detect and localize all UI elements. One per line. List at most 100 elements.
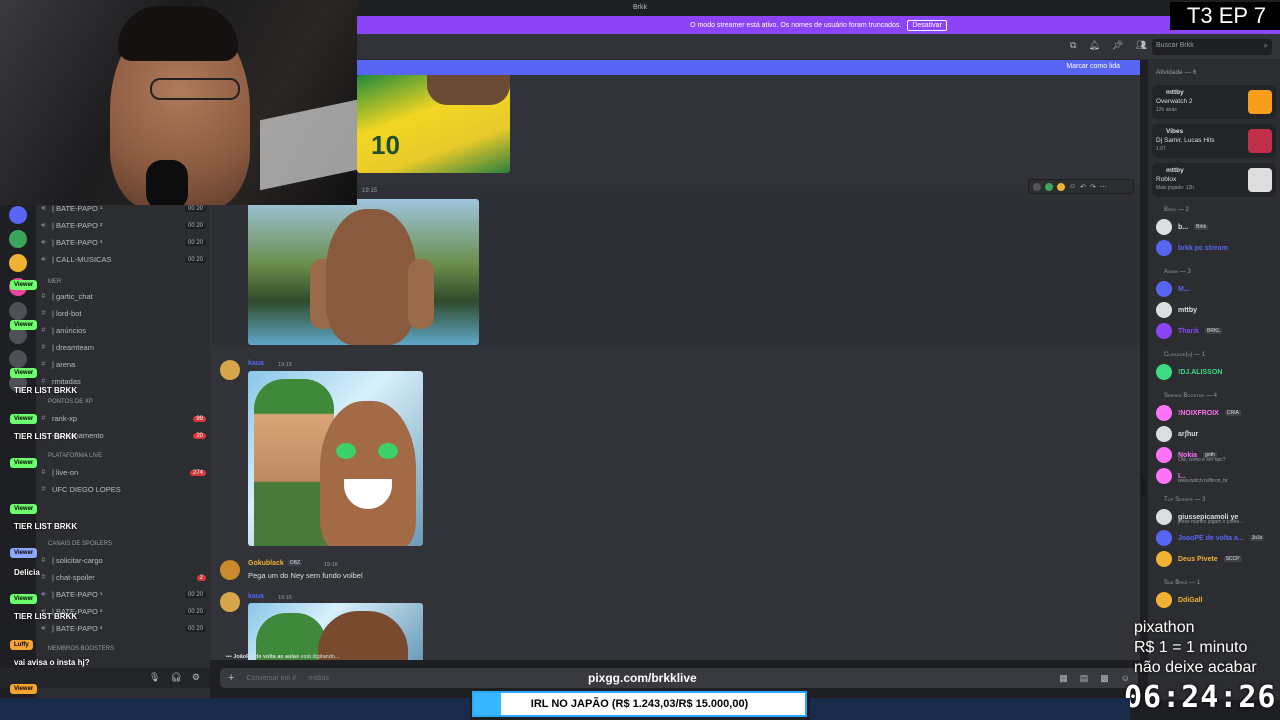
member-item[interactable]: !NOIXFROIX CRIA	[1156, 405, 1241, 421]
member-name: DdiGall	[1178, 596, 1203, 604]
attachment-image-zoro[interactable]	[248, 371, 423, 546]
goal-text: IRL NO JAPÃO (R$ 1.243,03/R$ 15.000,00)	[530, 698, 749, 710]
channel-item[interactable]: 🔊︎ | BATE-PAPO ² 00 20	[40, 221, 206, 230]
hash-icon: #	[41, 310, 46, 317]
role-header: Sub Brkk — 1	[1164, 580, 1201, 586]
channel-item[interactable]: 🔊︎ | BATE-PAPO ¹ 00 20	[40, 204, 206, 213]
member-item[interactable]: I... www.twitch.tv/lbron_br	[1156, 468, 1228, 484]
member-item[interactable]: DdiGall	[1156, 592, 1203, 608]
threads-icon[interactable]: ⧉	[1070, 40, 1076, 51]
channel-item[interactable]: # | anúncios	[40, 326, 206, 335]
activity-card[interactable]: mttby Roblox Mais jogado: 12h	[1152, 163, 1276, 197]
channel-category[interactable]: MER	[48, 279, 61, 285]
activity-card[interactable]: Vibes Dj Samir, Lucas Hits 1:07	[1152, 124, 1276, 158]
server-icon[interactable]	[9, 230, 27, 248]
message-time: 19:15	[362, 188, 378, 194]
chat-user-tag: Viewer	[10, 280, 38, 290]
attachment-image-zoro-2[interactable]	[248, 603, 423, 660]
channel-category[interactable]: MEMBROS BOOSTERS	[48, 646, 114, 652]
server-icon[interactable]	[9, 206, 27, 224]
search-input[interactable]: Buscar Brkk ⌕	[1152, 39, 1272, 55]
hash-icon: #	[41, 469, 46, 476]
server-icon[interactable]	[9, 254, 27, 272]
avatar[interactable]	[220, 360, 240, 380]
member-item[interactable]: JoaoPE de volta a... JoJo	[1156, 530, 1265, 546]
avatar	[1156, 405, 1172, 421]
server-icon[interactable]	[9, 302, 27, 320]
channel-item[interactable]: # | solicitar-cargo	[40, 556, 206, 565]
settings-icon[interactable]: ⚙	[192, 672, 200, 683]
headphones-icon[interactable]: 🎧︎	[170, 672, 181, 683]
members-icon[interactable]: 👥︎	[1135, 40, 1146, 51]
channel-item[interactable]: # | lord-bot	[40, 309, 206, 318]
gift-icon[interactable]: ▦	[1059, 673, 1068, 684]
member-item[interactable]: giussepicamoli ye jesse manoo jogam o pol…	[1156, 509, 1243, 525]
channel-item[interactable]: # rmitadas	[40, 377, 206, 386]
pin-icon[interactable]: 📌︎	[1112, 40, 1123, 51]
message-author[interactable]: kaua	[248, 360, 264, 367]
activity-game: Roblox	[1156, 176, 1177, 183]
attachment-image-selfie[interactable]	[248, 199, 479, 345]
role-header: Admin — 3	[1164, 269, 1191, 275]
reaction-icon[interactable]	[1033, 182, 1041, 191]
member-status: Olá, como é ser npc?	[1178, 457, 1226, 463]
channel-category[interactable]: PONTOS DE XP	[48, 399, 93, 405]
message-author[interactable]: Gokublack	[248, 560, 284, 567]
pix-url: pixgg.com/brkklive	[588, 671, 697, 685]
message-text: Pega um do Ney sem fundo volbel	[248, 571, 363, 580]
mark-as-read-button[interactable]: Marcar como lida	[357, 60, 1140, 75]
channel-item[interactable]: # | arena	[40, 360, 206, 369]
webcam-hair	[118, 6, 238, 61]
member-item[interactable]: arʃhur	[1156, 426, 1198, 442]
channel-item[interactable]: # | dreamteam	[40, 343, 206, 352]
pix-line: pixathon	[1134, 619, 1195, 636]
disable-streamer-button[interactable]: Desativar	[907, 19, 947, 31]
channel-item[interactable]: # | chat-spoiler 2	[40, 573, 206, 582]
plus-icon[interactable]: +	[228, 672, 234, 684]
avatar	[1156, 530, 1172, 546]
message-author[interactable]: kaua	[248, 593, 264, 600]
channel-item[interactable]: # | gartic_chat	[40, 292, 206, 301]
activity-card[interactable]: mttby Overwatch 2 12h atrás	[1152, 85, 1276, 119]
channel-item[interactable]: # UFC DIEGO LOPES	[40, 485, 206, 494]
check-reaction-icon[interactable]	[1045, 182, 1053, 191]
member-item[interactable]: mttby	[1156, 302, 1197, 318]
forward-icon[interactable]: ↷	[1090, 183, 1096, 191]
gif-icon[interactable]: ▤	[1080, 673, 1089, 684]
avatar[interactable]	[220, 560, 240, 580]
channel-item[interactable]: 🔊︎ | CALL-MUSICAS 00 20	[40, 255, 206, 264]
member-item[interactable]: Tharik BRKL	[1156, 323, 1223, 339]
taskbar-right	[810, 698, 1130, 720]
bell-icon[interactable]: 🔔︎	[1088, 40, 1099, 51]
scrollbar[interactable]	[1141, 477, 1145, 497]
avatar[interactable]	[220, 592, 240, 612]
channel-category[interactable]: CANAIS DE SPOILERS	[48, 541, 112, 547]
member-item[interactable]: Deus Pivete SCCP	[1156, 551, 1242, 567]
member-item[interactable]: brkk pc stream	[1156, 240, 1228, 256]
sticker-icon[interactable]: ▩	[1100, 673, 1109, 684]
member-item[interactable]: Nokia goth Olá, como é ser npc?	[1156, 447, 1226, 463]
attachment-image-jersey[interactable]: 10	[357, 75, 510, 173]
reply-icon[interactable]: ↶	[1080, 183, 1086, 191]
channel-item[interactable]: 🔊︎ | BATE-PAPO ³ 00 20	[40, 238, 206, 247]
channel-item[interactable]: # rank-xp 99	[40, 414, 206, 423]
channel-category[interactable]: PLATAFORMA LIVE	[48, 453, 102, 459]
channel-label: rmitadas	[52, 377, 81, 386]
server-icon[interactable]	[9, 350, 27, 368]
member-name: !NOIXFROIX	[1178, 409, 1219, 417]
typing-text: está digitando...	[300, 654, 340, 660]
add-reaction-icon[interactable]: ☺	[1069, 183, 1076, 190]
mic-icon[interactable]: 🎙︎	[149, 672, 160, 683]
voice-count: 00 20	[184, 591, 206, 598]
member-item[interactable]: !DJ.ALISSON	[1156, 364, 1222, 380]
member-tag: CRIA	[1224, 410, 1241, 416]
channel-item[interactable]: 🔊︎ | BATE-PAPO ¹ 00 20	[40, 590, 206, 599]
channel-item[interactable]: 🔊︎ | BATE-PAPO ³ 00 20	[40, 624, 206, 633]
channel-item[interactable]: # | live-on 274	[40, 468, 206, 477]
flag-reaction-icon[interactable]	[1057, 182, 1065, 191]
member-item[interactable]: M...	[1156, 281, 1190, 297]
image-detail	[326, 209, 416, 345]
typing-user: JoãoPE de volta as aulas	[233, 654, 300, 660]
more-icon[interactable]: ⋯	[1100, 183, 1107, 191]
member-item[interactable]: b... Brkk	[1156, 219, 1209, 235]
